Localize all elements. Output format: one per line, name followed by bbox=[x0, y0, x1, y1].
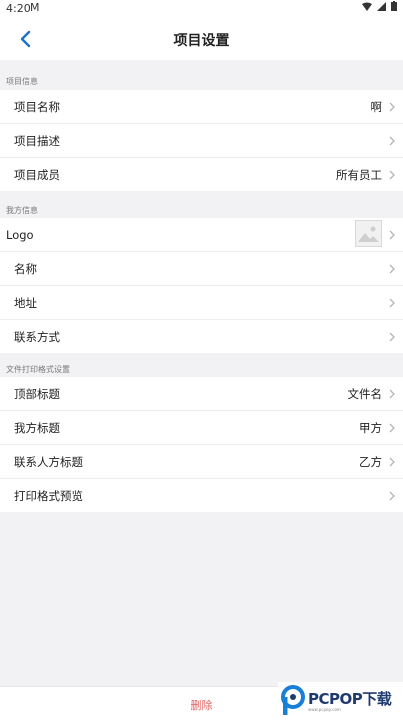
row-label: 我方标题 bbox=[14, 420, 60, 435]
row-value: 啊 bbox=[370, 99, 383, 114]
row-our-title[interactable]: 我方标题 甲方 bbox=[0, 411, 403, 445]
image-icon bbox=[358, 226, 379, 242]
watermark: PCPOP下载 www.pcpop.com bbox=[278, 682, 403, 720]
group-company: Logo 名称 地址 联系方式 bbox=[0, 218, 403, 353]
row-label: Logo bbox=[6, 227, 34, 242]
row-company-contact[interactable]: 联系方式 bbox=[0, 320, 403, 353]
row-label: 项目名称 bbox=[14, 99, 60, 114]
chevron-right-icon bbox=[389, 230, 395, 239]
row-project-name[interactable]: 项目名称 啊 bbox=[0, 90, 403, 124]
row-project-members[interactable]: 项目成员 所有员工 bbox=[0, 158, 403, 191]
chevron-right-icon bbox=[389, 491, 395, 500]
group-project: 项目名称 啊 项目描述 项目成员 所有员工 bbox=[0, 90, 403, 191]
row-top-title[interactable]: 顶部标题 文件名 bbox=[0, 377, 403, 411]
row-project-description[interactable]: 项目描述 bbox=[0, 124, 403, 158]
row-label: 名称 bbox=[14, 261, 37, 276]
nav-bar: 项目设置 bbox=[0, 18, 403, 60]
row-value: 文件名 bbox=[347, 386, 383, 401]
row-value: 甲方 bbox=[359, 420, 382, 435]
chevron-right-icon bbox=[389, 389, 395, 398]
status-time: 4:20 bbox=[6, 2, 31, 15]
row-company-name[interactable]: 名称 bbox=[0, 252, 403, 286]
chevron-right-icon bbox=[389, 264, 395, 273]
row-label: 地址 bbox=[14, 295, 37, 310]
chevron-right-icon bbox=[389, 102, 395, 111]
row-value: 乙方 bbox=[359, 454, 382, 469]
status-icons bbox=[361, 1, 397, 14]
row-print-preview[interactable]: 打印格式预览 bbox=[0, 479, 403, 512]
chevron-right-icon bbox=[389, 170, 395, 179]
row-logo[interactable]: Logo bbox=[0, 218, 403, 252]
chevron-right-icon bbox=[389, 423, 395, 432]
row-contact-title[interactable]: 联系人方标题 乙方 bbox=[0, 445, 403, 479]
row-label: 项目描述 bbox=[14, 133, 60, 148]
status-bar: 4:20 M bbox=[0, 0, 403, 18]
signal-icon bbox=[376, 2, 386, 11]
watermark-subtext: www.pcpop.com bbox=[308, 707, 341, 712]
chevron-right-icon bbox=[389, 298, 395, 307]
watermark-text: PCPOP下载 bbox=[308, 690, 392, 708]
page-title: 项目设置 bbox=[173, 33, 230, 49]
chevron-right-icon bbox=[389, 457, 395, 466]
wifi-icon bbox=[361, 2, 372, 11]
row-label: 顶部标题 bbox=[14, 386, 60, 401]
row-label: 联系人方标题 bbox=[14, 454, 83, 469]
chevron-right-icon bbox=[389, 136, 395, 145]
row-label: 联系方式 bbox=[14, 329, 60, 344]
row-label: 打印格式预览 bbox=[14, 488, 83, 503]
logo-image-placeholder[interactable] bbox=[355, 220, 382, 247]
pcpop-logo-icon bbox=[281, 685, 305, 715]
group-print: 顶部标题 文件名 我方标题 甲方 联系人方标题 乙方 打印格式预览 bbox=[0, 377, 403, 512]
row-company-address[interactable]: 地址 bbox=[0, 286, 403, 320]
mail-icon: M bbox=[30, 1, 40, 14]
chevron-right-icon bbox=[389, 332, 395, 341]
battery-icon bbox=[391, 1, 397, 11]
row-value: 所有员工 bbox=[336, 167, 382, 182]
row-label: 项目成员 bbox=[14, 167, 60, 182]
